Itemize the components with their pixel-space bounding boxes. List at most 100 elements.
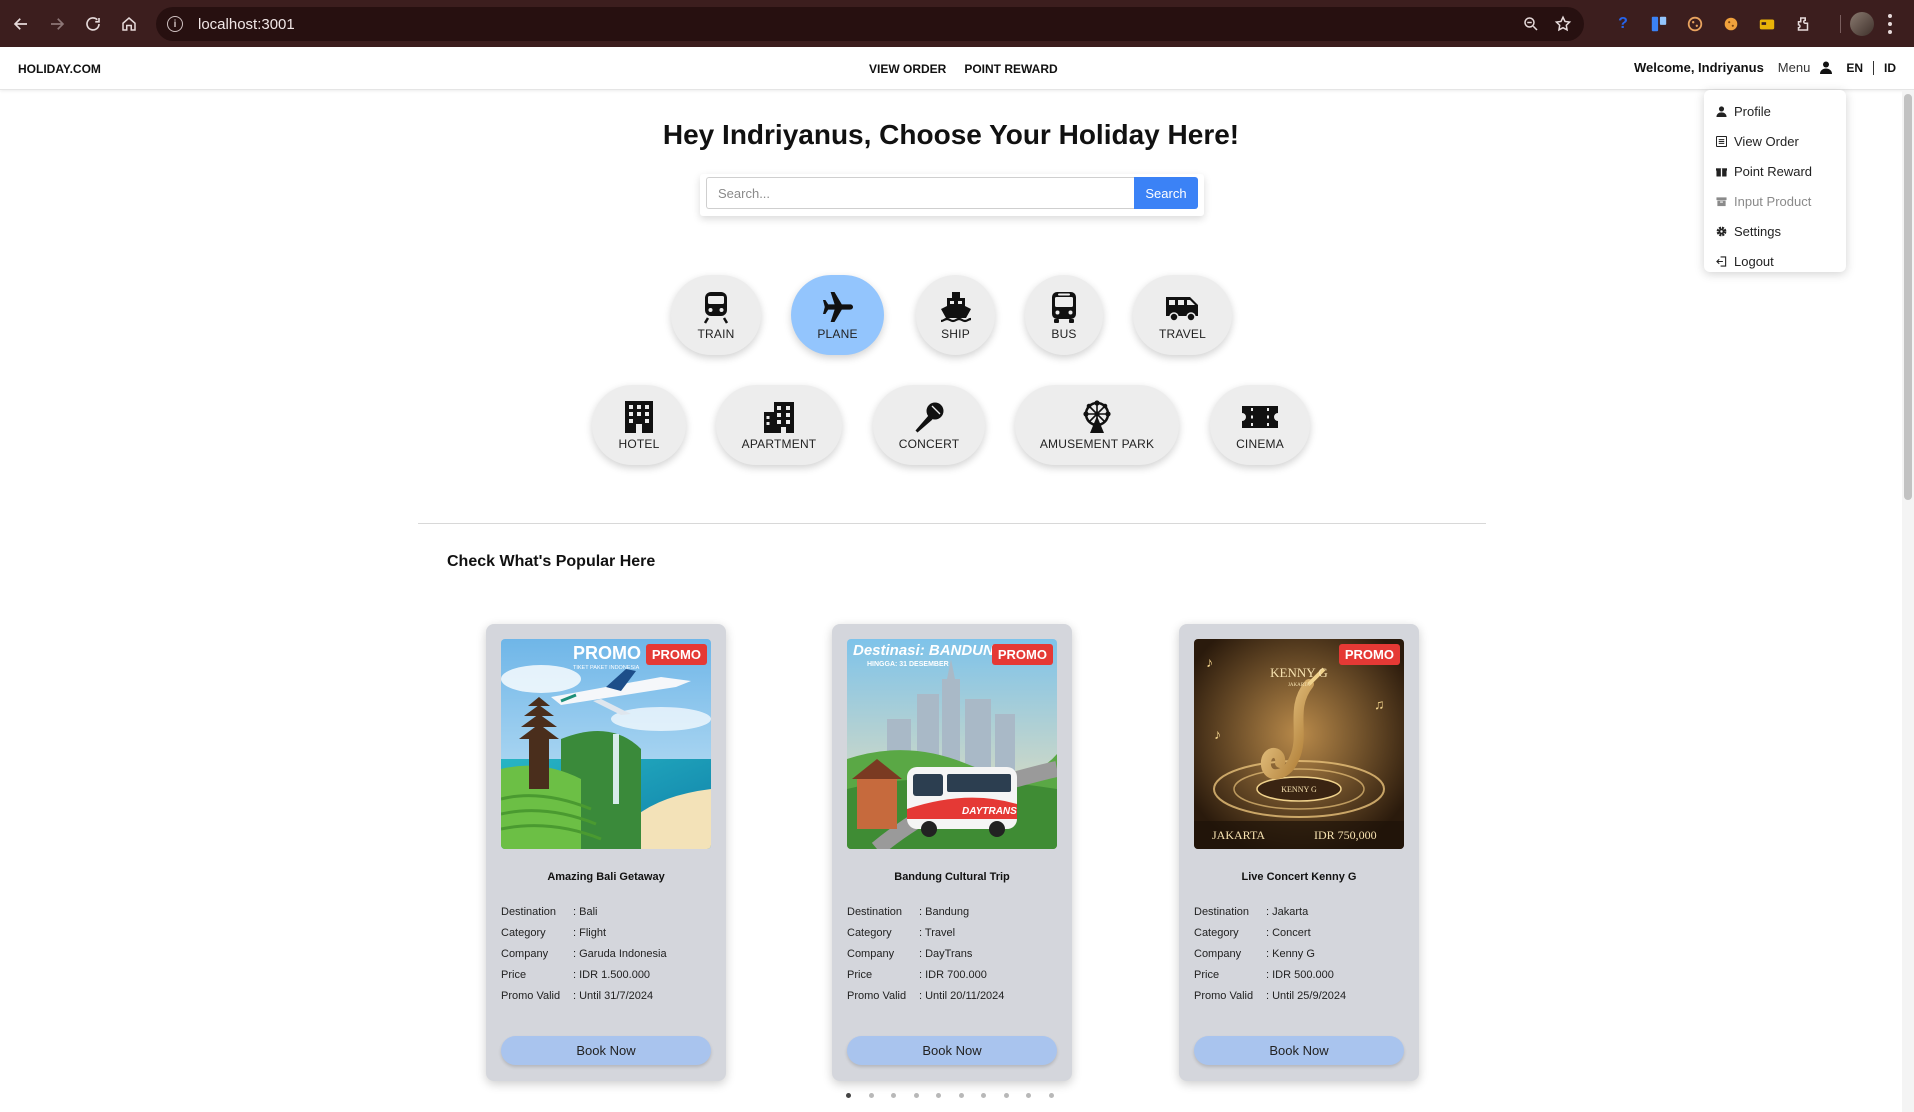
scrollbar-thumb[interactable] [1904,94,1912,500]
category-label: TRAVEL [1159,326,1206,341]
reload-button[interactable] [78,9,108,39]
bandung-promo-image: DAYTRANS Destinasi: BANDUNG HINGGA: 31 D… [847,639,1057,849]
ship-icon [940,291,971,322]
card-details: Destination: Jakarta Category: Concert C… [1194,906,1346,1011]
user-dropdown-menu: Profile View Order Point Reward Input Pr… [1704,90,1846,272]
nav-point-reward[interactable]: POINT REWARD [964,62,1057,76]
category-label: CONCERT [898,436,960,451]
user-icon [1716,105,1727,117]
detail-label: Price [1194,969,1220,981]
promo-badge: PROMO [991,644,1053,665]
card-image-kenny-g[interactable]: ♪ ♫ ♪ KENNY G JAKARTA KENNY G JAKARTA IDR … [1194,639,1404,849]
main-nav: VIEW ORDER POINT REWARD [869,62,1058,76]
svg-text:♫: ♫ [1374,698,1385,713]
detail-value: : DayTrans [919,948,973,960]
menu-item-view-order[interactable]: View Order [1704,126,1846,156]
zoom-icon[interactable] [1522,15,1540,33]
app-navbar: HOLIDAY.COM VIEW ORDER POINT REWARD Welc… [0,47,1914,90]
image-text-promo: PROMO [573,643,641,663]
carousel-dot[interactable] [891,1093,896,1098]
product-card-kenny-g: ♪ ♫ ♪ KENNY G JAKARTA KENNY G JAKARTA IDR … [1179,624,1419,1081]
menu-item-point-reward[interactable]: Point Reward [1704,156,1846,186]
card-extension-icon[interactable] [1756,13,1778,35]
carousel-dot[interactable] [1026,1093,1031,1098]
menu-toggle[interactable]: Menu [1778,60,1811,75]
cookie-editor-extension-icon[interactable] [1720,13,1742,35]
menu-item-input-product[interactable]: Input Product [1704,186,1846,216]
category-amusement-park[interactable]: AMUSEMENT PARK [1015,385,1179,465]
category-apartment[interactable]: APARTMENT [716,385,842,465]
carousel-dot[interactable] [936,1093,941,1098]
menu-item-profile[interactable]: Profile [1704,96,1846,126]
home-button[interactable] [114,9,144,39]
user-icon[interactable] [1820,61,1833,74]
category-train[interactable]: TRAIN [671,275,761,355]
detail-label: Promo Valid [847,990,907,1002]
browser-menu-icon[interactable] [1888,14,1892,34]
category-plane[interactable]: PLANE [791,275,884,355]
reload-icon [86,16,100,31]
page-scrollbar[interactable] [1902,90,1914,1112]
carousel-dot[interactable] [846,1093,851,1098]
category-concert[interactable]: CONCERT [873,385,985,465]
detail-label: Destination [1194,906,1250,918]
detail-value: : Until 20/11/2024 [919,990,1005,1002]
category-bus[interactable]: BUS [1025,275,1103,355]
carousel-dot[interactable] [958,1093,964,1098]
browser-profile-avatar[interactable] [1850,12,1874,36]
book-now-button[interactable]: Book Now [847,1036,1057,1065]
back-button[interactable] [6,9,36,39]
carousel-dot[interactable] [868,1093,874,1098]
category-label: HOTEL [618,436,660,451]
book-now-button[interactable]: Book Now [1194,1036,1404,1065]
carousel-dot[interactable] [1048,1093,1054,1098]
detail-label: Company [501,948,549,960]
category-hotel[interactable]: HOTEL [592,385,686,465]
menu-item-logout[interactable]: Logout [1704,246,1846,276]
category-label: APARTMENT [741,436,817,451]
detail-label: Category [1194,927,1239,939]
card-image-bali[interactable]: PROMO TIKET PAKET INDONESIA PROMO [501,639,711,849]
brand-logo[interactable]: HOLIDAY.COM [18,62,101,76]
bus-icon [1052,291,1076,323]
carousel-dot[interactable] [913,1093,919,1098]
card-image-bandung[interactable]: DAYTRANS Destinasi: BANDUNG HINGGA: 31 D… [847,639,1057,849]
page-title: Hey Indriyanus, Choose Your Holiday Here… [662,119,1240,150]
bookmark-star-icon[interactable] [1554,15,1572,33]
logout-icon [1716,255,1727,267]
trello-extension-icon[interactable] [1648,13,1670,35]
image-text-city: JAKARTA [1212,828,1265,842]
svg-text:♪: ♪ [1206,656,1213,671]
product-card-bali: PROMO TIKET PAKET INDONESIA PROMO Amazin… [486,624,726,1081]
category-travel[interactable]: TRAVEL [1133,275,1232,355]
category-ship[interactable]: SHIP [916,275,995,355]
detail-label: Destination [501,906,557,918]
product-card-bandung: DAYTRANS Destinasi: BANDUNG HINGGA: 31 D… [832,624,1072,1081]
search-input[interactable] [706,177,1134,209]
help-extension-icon[interactable]: ? [1612,13,1634,35]
lang-id[interactable]: ID [1884,61,1896,75]
detail-label: Category [847,927,892,939]
category-label: TRAIN [697,326,735,341]
nav-view-order[interactable]: VIEW ORDER [869,62,946,76]
lang-en[interactable]: EN [1846,61,1863,75]
category-cinema[interactable]: CINEMA [1210,385,1310,465]
apartment-icon [764,401,794,433]
ticket-icon [1242,405,1278,428]
site-info-icon[interactable]: i [167,16,183,32]
extensions-puzzle-icon[interactable] [1792,13,1814,35]
cookie-extension-icon[interactable] [1684,13,1706,35]
category-label: PLANE [817,326,858,341]
category-label: AMUSEMENT PARK [1039,436,1155,451]
search-button[interactable]: Search [1134,177,1198,209]
browser-toolbar: i localhost:3001 ? [0,0,1914,47]
menu-item-settings[interactable]: Settings [1704,216,1846,246]
carousel-dot[interactable] [981,1093,986,1098]
book-now-button[interactable]: Book Now [501,1036,711,1065]
category-label: BUS [1051,326,1077,341]
forward-button[interactable] [42,9,72,39]
list-icon [1716,135,1727,147]
address-bar[interactable]: i localhost:3001 [156,7,1584,41]
carousel-dot[interactable] [1003,1093,1009,1098]
bali-promo-image: PROMO TIKET PAKET INDONESIA [501,639,711,849]
